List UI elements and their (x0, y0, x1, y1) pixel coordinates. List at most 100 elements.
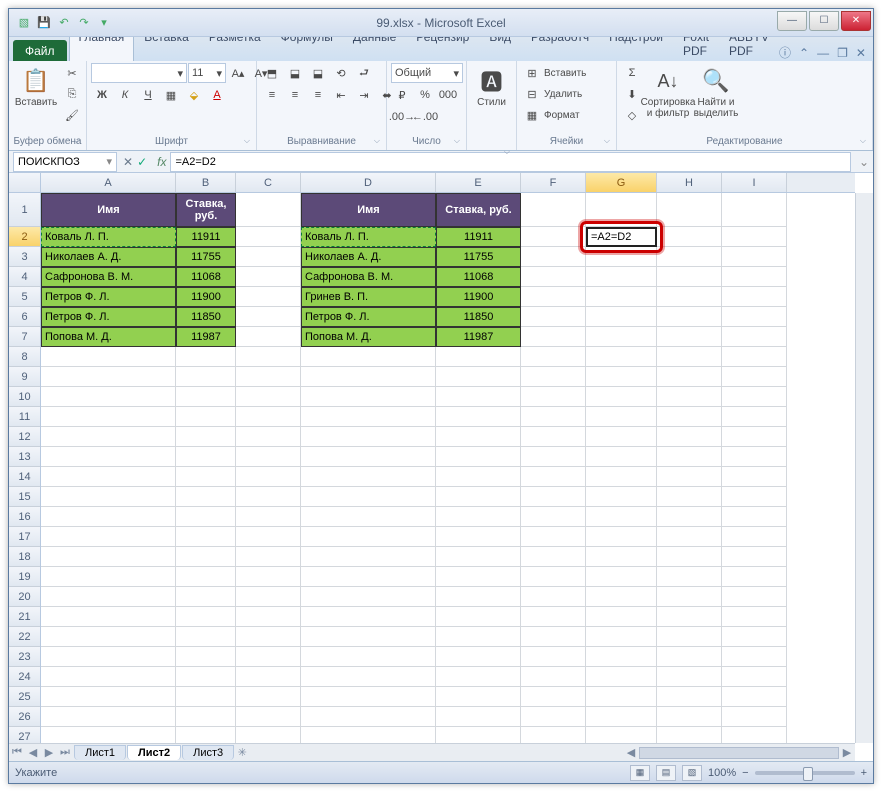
inc-decimal-icon[interactable]: .00→ (391, 107, 413, 127)
sheet-tab-Лист1[interactable]: Лист1 (74, 745, 126, 760)
view-break-icon[interactable]: ▧ (682, 765, 702, 781)
align-middle-icon[interactable]: ⬓ (284, 63, 306, 83)
cell-E12[interactable] (436, 427, 521, 447)
align-bottom-icon[interactable]: ⬓ (307, 63, 329, 83)
row-header-25[interactable]: 25 (9, 687, 40, 707)
doc-min-icon[interactable]: — (817, 46, 829, 60)
cell-I10[interactable] (722, 387, 787, 407)
cell-B23[interactable] (176, 647, 236, 667)
hscroll-left-icon[interactable]: ◀ (623, 746, 639, 759)
insert-cells-icon[interactable]: ⊞ (521, 63, 543, 83)
cell-A8[interactable] (41, 347, 176, 367)
row-header-18[interactable]: 18 (9, 547, 40, 567)
cell-H1[interactable] (657, 193, 722, 227)
cell-D2[interactable]: Коваль Л. П. (301, 227, 436, 247)
cell-C25[interactable] (236, 687, 301, 707)
col-header-H[interactable]: H (657, 173, 722, 192)
cell-I22[interactable] (722, 627, 787, 647)
cell-D12[interactable] (301, 427, 436, 447)
cell-G17[interactable] (586, 527, 657, 547)
format-painter-icon[interactable]: 🖌 (61, 105, 83, 125)
cell-F8[interactable] (521, 347, 586, 367)
cell-G5[interactable] (586, 287, 657, 307)
dec-decimal-icon[interactable]: ←.00 (414, 107, 436, 127)
cell-D14[interactable] (301, 467, 436, 487)
zoom-out-icon[interactable]: − (742, 767, 748, 779)
font-family-select[interactable]: ▾ (91, 63, 187, 83)
view-layout-icon[interactable]: ▤ (656, 765, 676, 781)
worksheet-area[interactable]: ABCDEFGHI 123456789101112131415161718192… (9, 173, 873, 761)
cell-E17[interactable] (436, 527, 521, 547)
cell-B10[interactable] (176, 387, 236, 407)
cell-E6[interactable]: 11850 (436, 307, 521, 327)
cell-C9[interactable] (236, 367, 301, 387)
italic-icon[interactable]: К (114, 85, 136, 105)
cell-F7[interactable] (521, 327, 586, 347)
cell-B19[interactable] (176, 567, 236, 587)
cell-H13[interactable] (657, 447, 722, 467)
cell-H14[interactable] (657, 467, 722, 487)
cell-I13[interactable] (722, 447, 787, 467)
cell-F4[interactable] (521, 267, 586, 287)
cell-D8[interactable] (301, 347, 436, 367)
cell-G14[interactable] (586, 467, 657, 487)
cell-H15[interactable] (657, 487, 722, 507)
cell-H26[interactable] (657, 707, 722, 727)
help-icon[interactable]: ⓘ (779, 44, 791, 61)
cell-C5[interactable] (236, 287, 301, 307)
tab-nav-last-icon[interactable]: ⏭ (57, 746, 73, 759)
row-header-7[interactable]: 7 (9, 327, 40, 347)
cell-E18[interactable] (436, 547, 521, 567)
zoom-slider[interactable] (755, 771, 855, 775)
cell-C10[interactable] (236, 387, 301, 407)
col-header-A[interactable]: A (41, 173, 176, 192)
cell-B22[interactable] (176, 627, 236, 647)
cell-F20[interactable] (521, 587, 586, 607)
bold-icon[interactable]: Ж (91, 85, 113, 105)
cell-I26[interactable] (722, 707, 787, 727)
row-header-22[interactable]: 22 (9, 627, 40, 647)
cell-I19[interactable] (722, 567, 787, 587)
cell-C26[interactable] (236, 707, 301, 727)
cell-B18[interactable] (176, 547, 236, 567)
cell-A19[interactable] (41, 567, 176, 587)
align-left-icon[interactable]: ≡ (261, 85, 283, 105)
row-header-21[interactable]: 21 (9, 607, 40, 627)
cell-D4[interactable]: Сафронова В. М. (301, 267, 436, 287)
cell-C1[interactable] (236, 193, 301, 227)
cell-H24[interactable] (657, 667, 722, 687)
cell-G15[interactable] (586, 487, 657, 507)
view-normal-icon[interactable]: ▦ (630, 765, 650, 781)
cell-B21[interactable] (176, 607, 236, 627)
vertical-scrollbar[interactable] (855, 193, 873, 743)
cell-H9[interactable] (657, 367, 722, 387)
cell-C2[interactable] (236, 227, 301, 247)
undo-icon[interactable]: ↶ (55, 14, 73, 32)
cell-E1[interactable]: Ставка, руб. (436, 193, 521, 227)
zoom-in-icon[interactable]: + (861, 767, 867, 779)
cell-A1[interactable]: Имя (41, 193, 176, 227)
border-icon[interactable]: ▦ (160, 85, 182, 105)
cell-H20[interactable] (657, 587, 722, 607)
cell-E11[interactable] (436, 407, 521, 427)
sheet-tab-Лист2[interactable]: Лист2 (127, 745, 181, 760)
cell-H12[interactable] (657, 427, 722, 447)
cell-D23[interactable] (301, 647, 436, 667)
styles-button[interactable]: 🅰 Стили (471, 63, 512, 110)
cell-E8[interactable] (436, 347, 521, 367)
cell-A26[interactable] (41, 707, 176, 727)
cell-G11[interactable] (586, 407, 657, 427)
indent-inc-icon[interactable]: ⇥ (353, 85, 375, 105)
cell-C22[interactable] (236, 627, 301, 647)
col-header-E[interactable]: E (436, 173, 521, 192)
cell-C4[interactable] (236, 267, 301, 287)
orientation-icon[interactable]: ⟲ (330, 63, 352, 83)
cell-A10[interactable] (41, 387, 176, 407)
cell-A3[interactable]: Николаев А. Д. (41, 247, 176, 267)
cell-G18[interactable] (586, 547, 657, 567)
align-top-icon[interactable]: ⬒ (261, 63, 283, 83)
cell-grid[interactable]: ИмяСтавка, руб.Коваль Л. П.11911Николаев… (41, 193, 855, 743)
cell-E14[interactable] (436, 467, 521, 487)
cell-D6[interactable]: Петров Ф. Л. (301, 307, 436, 327)
align-center-icon[interactable]: ≡ (284, 85, 306, 105)
